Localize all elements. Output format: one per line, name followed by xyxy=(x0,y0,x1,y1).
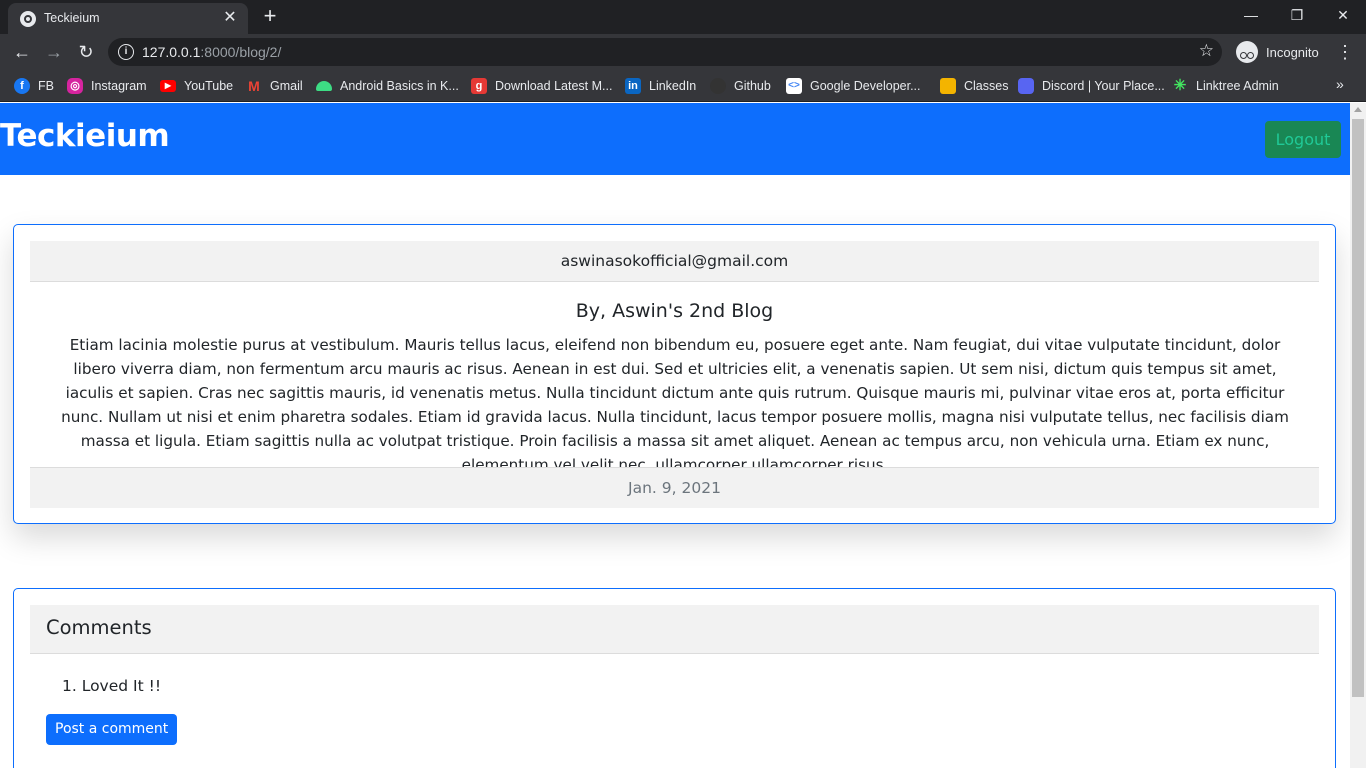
reload-icon[interactable]: ↻ xyxy=(74,40,98,64)
tab-title: Teckieium xyxy=(44,11,100,25)
browser-toolbar: ← → ↻ i 127.0.0.1:8000/blog/2/ ☆ Incogni… xyxy=(0,34,1366,70)
discord-icon xyxy=(1018,78,1034,94)
instagram-icon: ◎ xyxy=(67,78,83,94)
bookmark-gmail[interactable]: M Gmail xyxy=(246,76,303,96)
scroll-up-arrow-icon[interactable] xyxy=(1354,107,1362,112)
address-bar[interactable]: i 127.0.0.1:8000/blog/2/ ☆ xyxy=(108,38,1222,66)
github-icon xyxy=(710,78,726,94)
blog-body: Etiam lacinia molestie purus at vestibul… xyxy=(61,336,1289,474)
browser-tab-bar: Teckieium ✕ + — ❐ ✕ xyxy=(0,0,1366,34)
android-icon xyxy=(316,81,332,91)
bookmark-youtube[interactable]: ▶ YouTube xyxy=(160,76,233,96)
bookmark-fb[interactable]: f FB xyxy=(14,76,54,96)
minimize-icon[interactable]: — xyxy=(1228,0,1274,30)
url-text[interactable]: 127.0.0.1:8000/blog/2/ xyxy=(142,44,281,60)
bookmark-android[interactable]: Android Basics in K... xyxy=(316,76,459,96)
blog-title: By, Aswin's 2nd Blog xyxy=(575,300,774,322)
page-scrollbar[interactable] xyxy=(1350,103,1366,768)
classroom-icon xyxy=(940,78,956,94)
new-tab-icon[interactable]: + xyxy=(258,4,282,28)
bookmark-google-developer[interactable]: <> Google Developer... xyxy=(786,76,921,96)
restore-icon[interactable]: ❐ xyxy=(1274,0,1320,30)
scrollbar-thumb[interactable] xyxy=(1352,119,1364,697)
site-navbar: Teckieium Logout xyxy=(0,103,1350,175)
bookmark-star-icon[interactable]: ☆ xyxy=(1199,41,1214,61)
close-window-icon[interactable]: ✕ xyxy=(1320,0,1366,30)
blog-date: Jan. 9, 2021 xyxy=(30,467,1319,508)
bookmark-instagram[interactable]: ◎ Instagram xyxy=(67,76,147,96)
bookmarks-bar: f FB ◎ Instagram ▶ YouTube M Gmail Android B… xyxy=(0,70,1366,102)
blog-card: aswinasokofficial@gmail.com By, Aswin's … xyxy=(13,224,1336,524)
more-bookmarks-icon[interactable]: » xyxy=(1336,76,1344,92)
youtube-icon: ▶ xyxy=(160,80,176,92)
comment-list: 1. Loved It !! xyxy=(62,677,161,695)
page-viewport: Teckieium Logout aswinasokofficial@gmail… xyxy=(0,103,1350,768)
google-dev-icon: <> xyxy=(786,78,802,94)
site-brand[interactable]: Teckieium xyxy=(0,118,170,154)
back-icon[interactable]: ← xyxy=(10,40,34,64)
bookmark-download[interactable]: g Download Latest M... xyxy=(471,76,612,96)
browser-tab[interactable]: Teckieium ✕ xyxy=(8,3,248,34)
globe-icon xyxy=(20,11,36,27)
bookmark-discord[interactable]: Discord | Your Place... xyxy=(1018,76,1165,96)
incognito-label: Incognito xyxy=(1266,44,1319,60)
facebook-icon: f xyxy=(14,78,30,94)
incognito-profile[interactable]: Incognito xyxy=(1232,40,1327,64)
comments-card: Comments 1. Loved It !! Post a comment xyxy=(13,588,1336,768)
logout-button[interactable]: Logout xyxy=(1265,121,1341,158)
bookmark-github[interactable]: Github xyxy=(710,76,771,96)
post-comment-button[interactable]: Post a comment xyxy=(46,714,178,745)
forward-icon[interactable]: → xyxy=(42,40,66,64)
comments-header: Comments xyxy=(30,605,1319,654)
linkedin-icon: in xyxy=(625,78,641,94)
gmail-icon: M xyxy=(248,78,260,94)
browser-menu-icon[interactable]: ⋮ xyxy=(1336,40,1354,64)
site-info-icon[interactable]: i xyxy=(118,44,134,60)
linktree-icon: ✳ xyxy=(1173,77,1187,94)
bookmark-classes[interactable]: Classes xyxy=(940,76,1008,96)
incognito-icon xyxy=(1236,41,1258,63)
download-icon: g xyxy=(471,78,487,94)
comment-item: 1. Loved It !! xyxy=(62,677,162,695)
close-tab-icon[interactable]: ✕ xyxy=(220,8,240,28)
bookmark-linktree[interactable]: ✳ Linktree Admin xyxy=(1172,76,1279,96)
blog-author-email: aswinasokofficial@gmail.com xyxy=(30,241,1319,282)
bookmark-linkedin[interactable]: in LinkedIn xyxy=(625,76,696,96)
comments-title: Comments xyxy=(46,616,152,639)
